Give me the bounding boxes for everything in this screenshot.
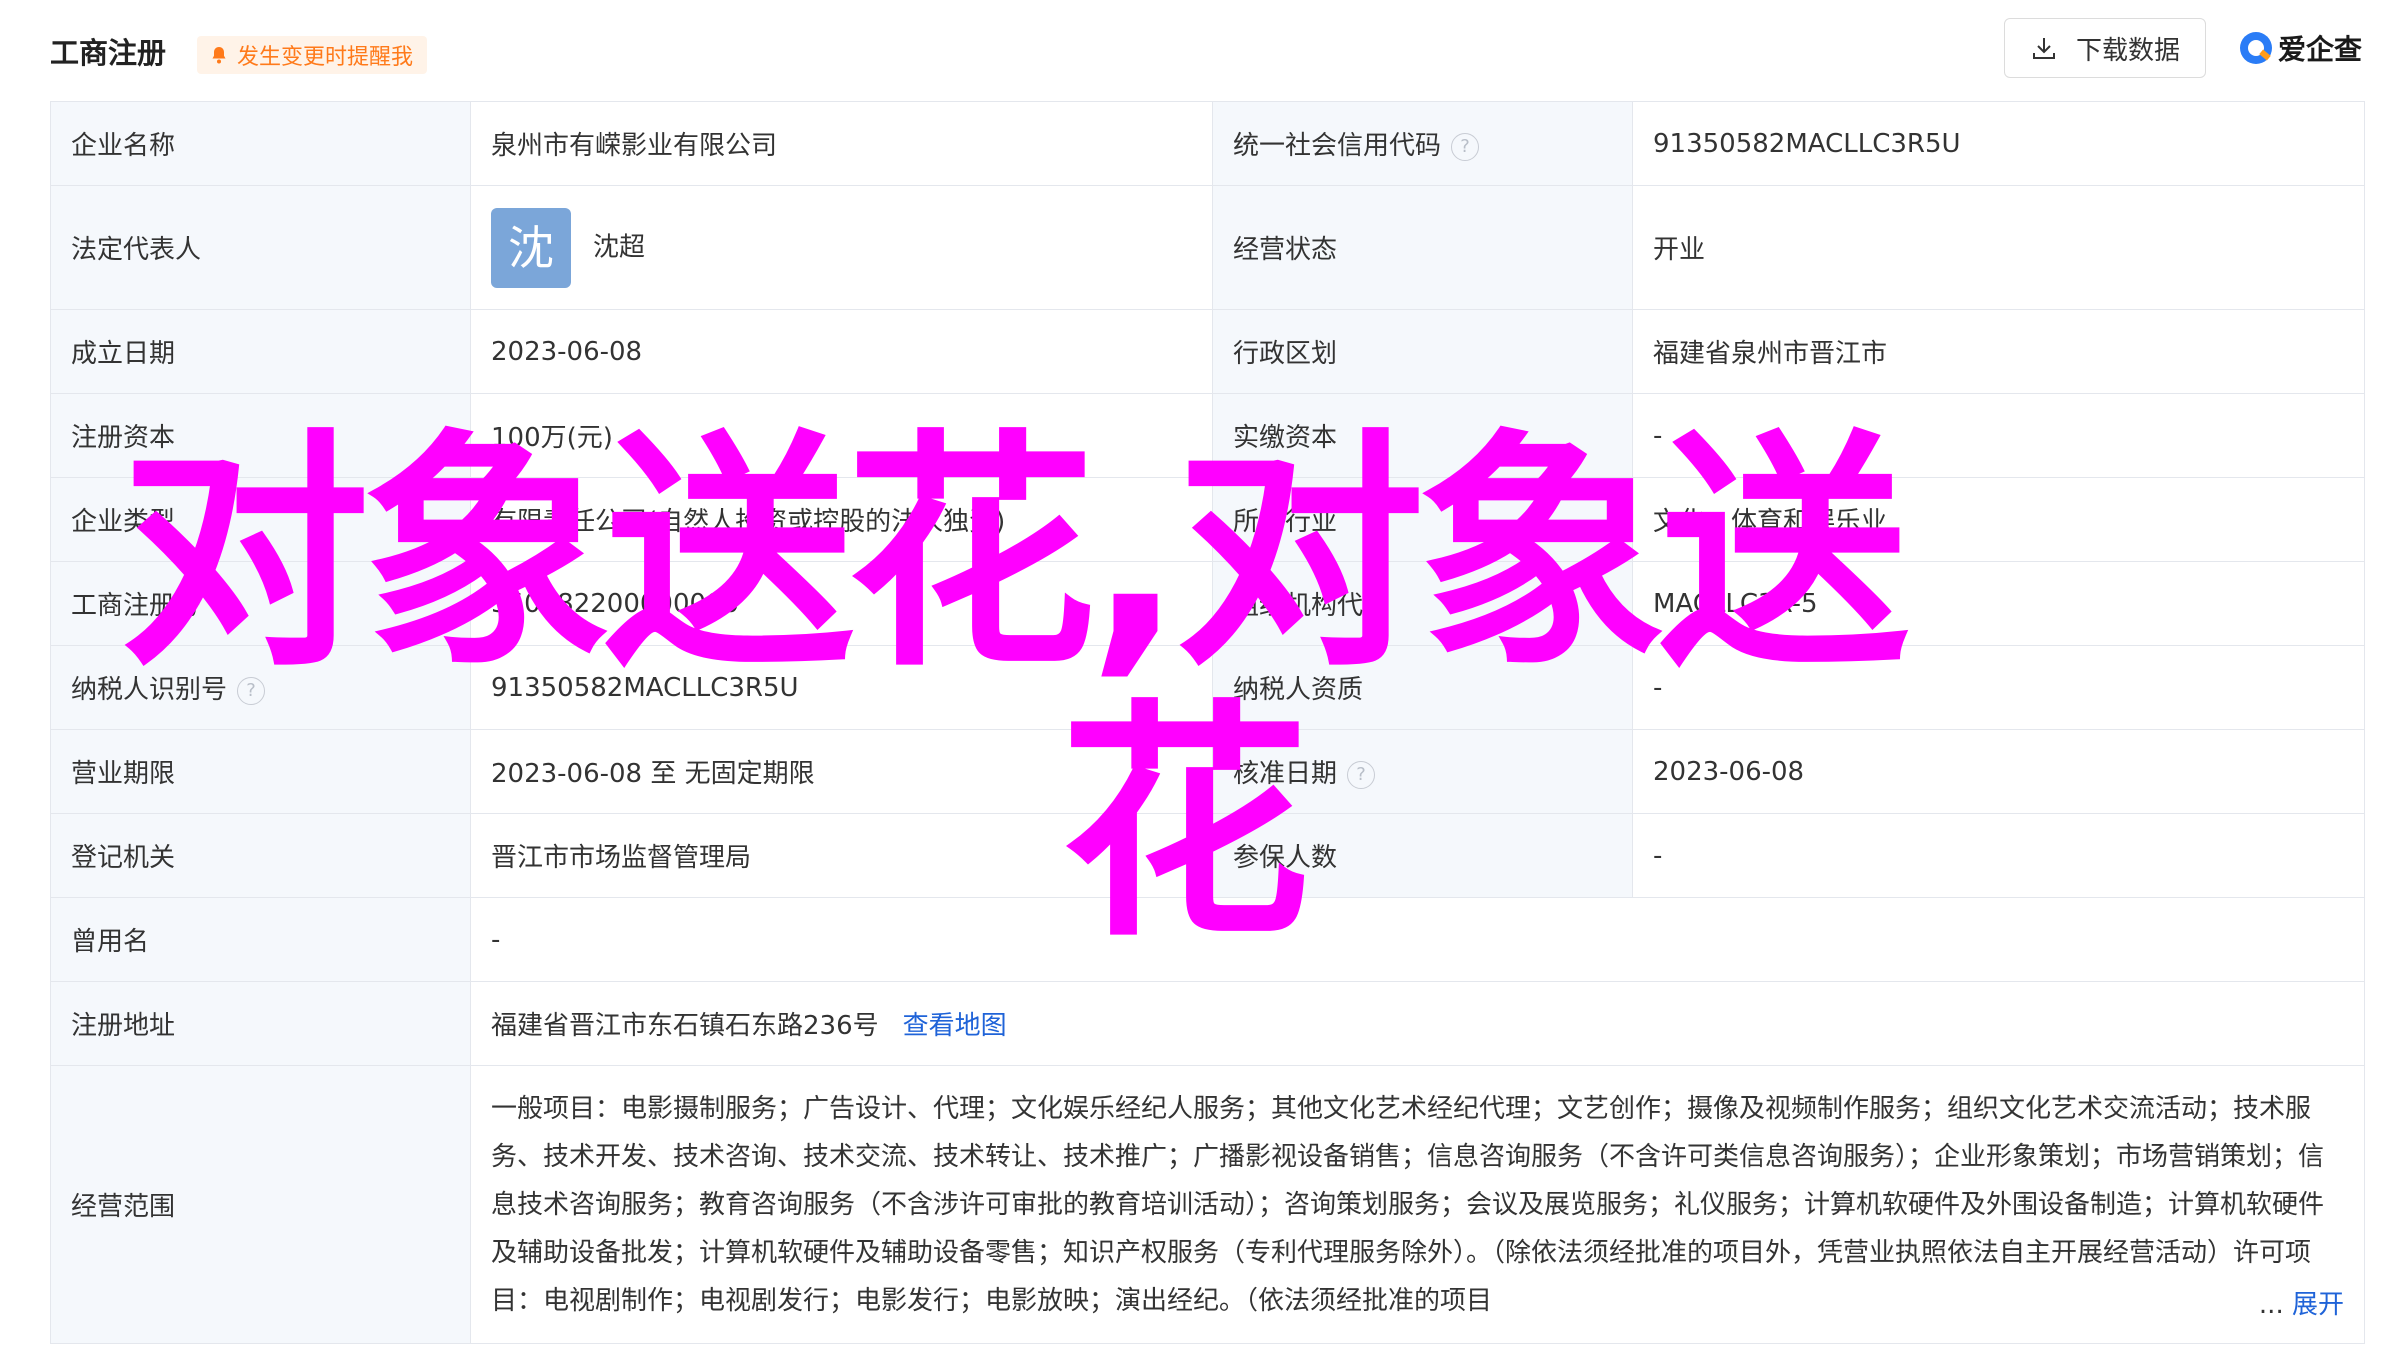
reg-number-label: 工商注册号	[50, 561, 471, 646]
address-value: 福建省晋江市东石镇石东路236号	[491, 1011, 879, 1041]
section-title: 工商注册	[50, 36, 167, 70]
address-cell: 福建省晋江市东石镇石东路236号 查看地图	[470, 981, 2365, 1066]
help-icon[interactable]: ?	[1347, 760, 1376, 789]
download-data-button[interactable]: 下载数据	[2004, 18, 2206, 78]
status-label: 经营状态	[1212, 185, 1633, 310]
aiqicha-logo[interactable]: 爱企查	[2240, 26, 2362, 70]
former-name-label: 曾用名	[50, 897, 471, 982]
authority-label: 登记机关	[50, 813, 471, 898]
scope-value: 一般项目：电影摄制服务；广告设计、代理；文化娱乐经纪人服务；其他文化艺术经纪代理…	[491, 1093, 2325, 1316]
approval-date-label-cell: 核准日期?	[1212, 729, 1633, 814]
reg-capital-label: 注册资本	[50, 393, 471, 478]
approval-date-label: 核准日期	[1233, 759, 1338, 789]
help-icon[interactable]: ?	[1451, 132, 1480, 161]
legal-rep-label: 法定代表人	[50, 185, 471, 310]
help-icon[interactable]: ?	[237, 676, 266, 705]
org-code-label: 组织机构代码	[1212, 561, 1633, 646]
scope-label: 经营范围	[50, 1065, 471, 1344]
table-row: 营业期限 2023-06-08 至 无固定期限 核准日期? 2023-06-08	[50, 729, 2365, 814]
avatar[interactable]: 沈	[491, 207, 571, 288]
section-header: 工商注册 发生变更时提醒我 下载数据 爱企查	[0, 0, 2388, 100]
org-code-value: MACLLC3R-5	[1632, 561, 2365, 646]
table-row: 企业名称 泉州市有嵘影业有限公司 统一社会信用代码? 91350582MACLL…	[50, 101, 2365, 186]
view-map-link[interactable]: 查看地图	[903, 1011, 1007, 1041]
table-row: 企业类型 有限责任公司(自然人投资或控股的法人独资) 所属行业 文化、体育和娱乐…	[50, 477, 2365, 562]
paid-capital-value: -	[1632, 393, 2365, 478]
taxpayer-qual-value: -	[1632, 645, 2365, 730]
change-alert-button[interactable]: 发生变更时提醒我	[197, 36, 428, 74]
table-row: 登记机关 晋江市市场监督管理局 参保人数 -	[50, 813, 2365, 898]
reg-capital-value: 100万(元)	[470, 393, 1213, 478]
company-name-value: 泉州市有嵘影业有限公司	[470, 101, 1213, 186]
table-row: 法定代表人 沈沈超 经营状态 开业	[50, 185, 2365, 310]
logo-icon	[2240, 32, 2272, 64]
region-value: 福建省泉州市晋江市	[1632, 309, 2365, 394]
expand-link[interactable]: 展开	[2292, 1290, 2344, 1320]
term-value: 2023-06-08 至 无固定期限	[470, 729, 1213, 814]
table-row: 纳税人识别号? 91350582MACLLC3R5U 纳税人资质 -	[50, 645, 2365, 730]
credit-code-value: 91350582MACLLC3R5U	[1632, 101, 2365, 186]
taxpayer-id-value: 91350582MACLLC3R5U	[470, 645, 1213, 730]
table-row: 曾用名 -	[50, 897, 2365, 982]
company-type-value: 有限责任公司(自然人投资或控股的法人独资)	[470, 477, 1213, 562]
status-value: 开业	[1632, 185, 2365, 310]
credit-code-label: 统一社会信用代码	[1233, 131, 1442, 161]
logo-text: 爱企查	[2278, 33, 2363, 66]
table-row: 注册资本 100万(元) 实缴资本 -	[50, 393, 2365, 478]
table-row: 注册地址 福建省晋江市东石镇石东路236号 查看地图	[50, 981, 2365, 1066]
registration-info-table: 企业名称 泉州市有嵘影业有限公司 统一社会信用代码? 91350582MACLL…	[50, 101, 2365, 1344]
scope-cell: 一般项目：电影摄制服务；广告设计、代理；文化娱乐经纪人服务；其他文化艺术经纪代理…	[470, 1065, 2365, 1344]
founded-value: 2023-06-08	[470, 309, 1213, 394]
industry-value: 文化、体育和娱乐业	[1632, 477, 2365, 562]
industry-label: 所属行业	[1212, 477, 1633, 562]
legal-rep-name[interactable]: 沈超	[593, 232, 645, 262]
former-name-value: -	[470, 897, 2365, 982]
credit-code-label-cell: 统一社会信用代码?	[1212, 101, 1633, 186]
address-label: 注册地址	[50, 981, 471, 1066]
paid-capital-label: 实缴资本	[1212, 393, 1633, 478]
taxpayer-qual-label: 纳税人资质	[1212, 645, 1633, 730]
authority-value: 晋江市市场监督管理局	[470, 813, 1213, 898]
taxpayer-id-label-cell: 纳税人识别号?	[50, 645, 471, 730]
download-data-label: 下载数据	[2075, 35, 2180, 66]
table-row: 工商注册号 350582200000000 组织机构代码 MACLLC3R-5	[50, 561, 2365, 646]
table-row: 经营范围 一般项目：电影摄制服务；广告设计、代理；文化娱乐经纪人服务；其他文化艺…	[50, 1065, 2365, 1344]
taxpayer-id-label: 纳税人识别号	[71, 675, 228, 705]
change-alert-label: 发生变更时提醒我	[237, 45, 414, 70]
bell-icon	[212, 47, 226, 64]
region-label: 行政区划	[1212, 309, 1633, 394]
reg-number-value: 350582200000000	[470, 561, 1213, 646]
insured-label: 参保人数	[1212, 813, 1633, 898]
legal-rep-cell: 沈沈超	[470, 185, 1213, 310]
approval-date-value: 2023-06-08	[1632, 729, 2365, 814]
download-icon	[2032, 38, 2055, 59]
scope-ellipsis: ...	[2258, 1290, 2284, 1320]
founded-label: 成立日期	[50, 309, 471, 394]
term-label: 营业期限	[50, 729, 471, 814]
scope-expand-wrap: ... 展开	[2252, 1281, 2344, 1329]
company-name-label: 企业名称	[50, 101, 471, 186]
insured-value: -	[1632, 813, 2365, 898]
table-row: 成立日期 2023-06-08 行政区划 福建省泉州市晋江市	[50, 309, 2365, 394]
company-type-label: 企业类型	[50, 477, 471, 562]
